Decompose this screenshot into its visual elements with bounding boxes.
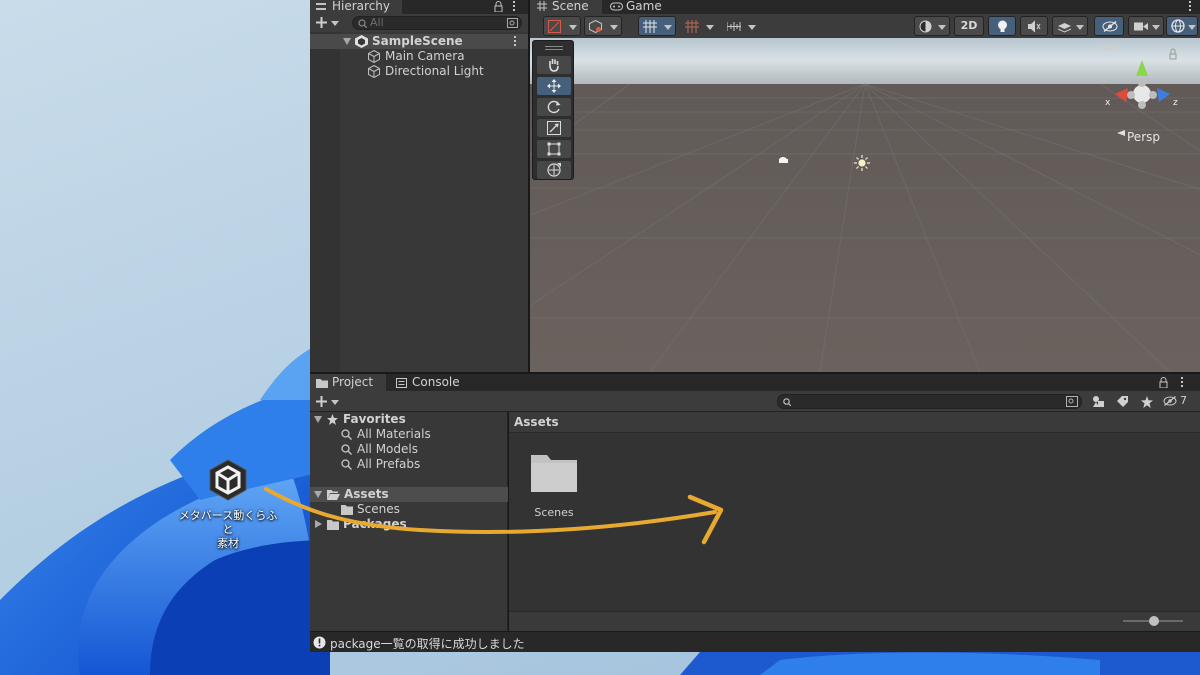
- curved-arrow: [264, 487, 724, 545]
